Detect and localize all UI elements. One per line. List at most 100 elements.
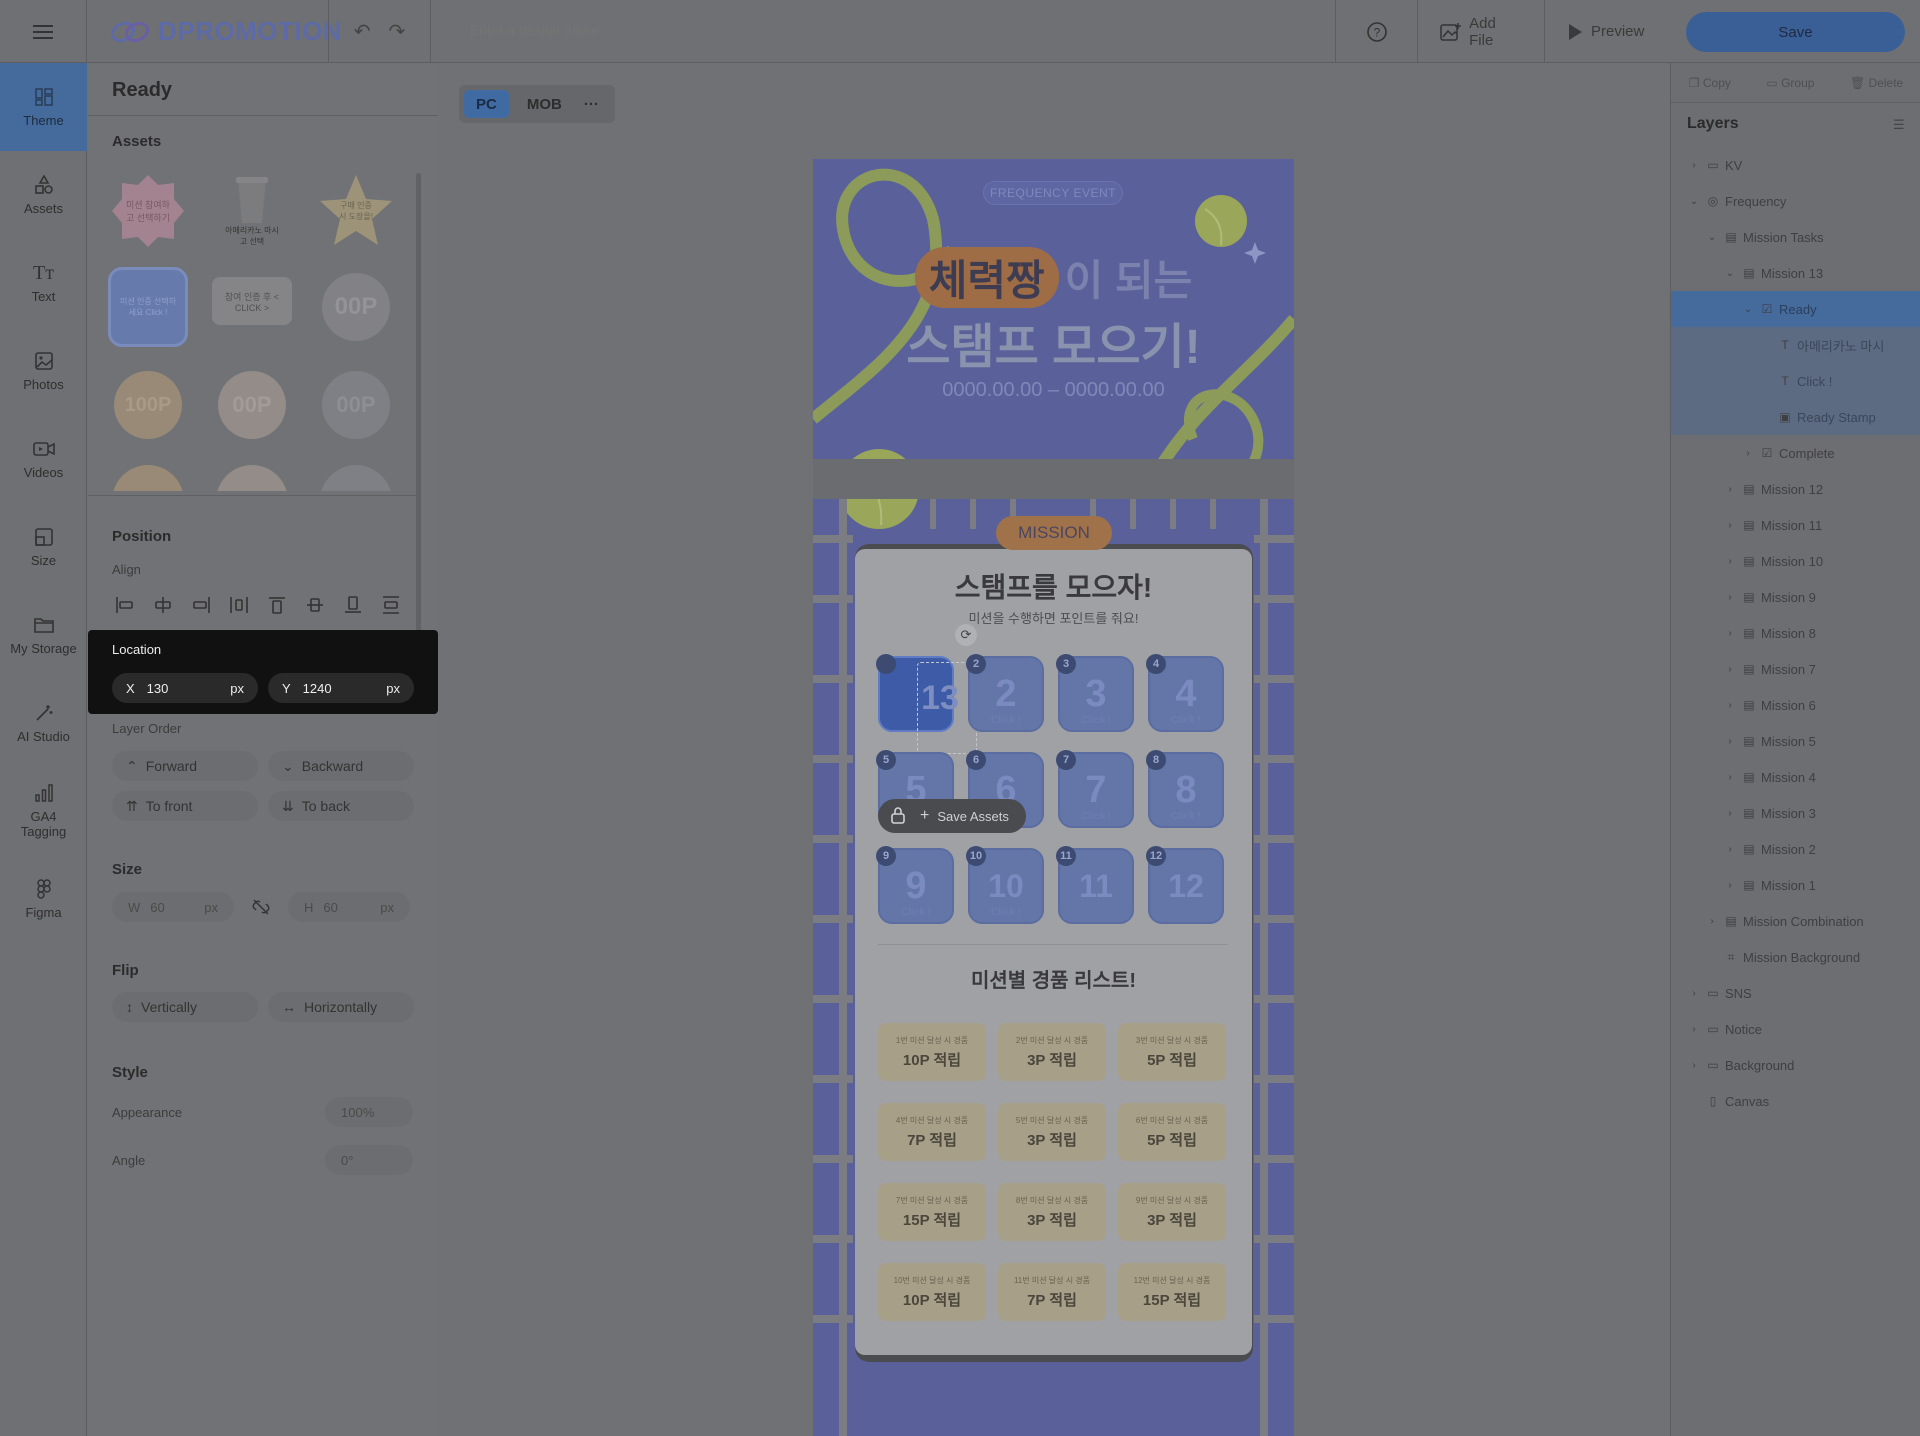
chevron-down-icon[interactable]: ⌄	[1705, 232, 1719, 243]
chevron-down-icon[interactable]: ⌄	[1687, 196, 1701, 207]
event-dates[interactable]: 0000.00.00 – 0000.00.00	[813, 379, 1294, 402]
chevron-right-icon[interactable]: ›	[1705, 916, 1719, 927]
asset-item[interactable]: 미션 인증 선택하세요 Click !	[108, 267, 188, 347]
layer-item[interactable]: › ▭ SNS	[1671, 975, 1920, 1011]
align-right-icon[interactable]	[188, 593, 214, 617]
align-bottom-icon[interactable]	[340, 593, 366, 617]
delete-button[interactable]: 🗑 Delete	[1850, 76, 1903, 90]
logo[interactable]: DPROMOTION	[110, 16, 342, 47]
layer-item[interactable]: T Click !	[1671, 363, 1920, 399]
layer-item[interactable]: › ▤ Mission 3	[1671, 795, 1920, 831]
rail-item-theme[interactable]: Theme	[0, 63, 87, 151]
layer-item[interactable]: › ▤ Mission 4	[1671, 759, 1920, 795]
help-icon[interactable]: ?	[1335, 0, 1417, 63]
chevron-right-icon[interactable]: ›	[1687, 1060, 1701, 1071]
asset-item[interactable]	[112, 465, 184, 491]
chevron-right-icon[interactable]: ›	[1723, 808, 1737, 819]
preview-button[interactable]: Preview	[1544, 0, 1670, 63]
asset-item[interactable]	[320, 465, 392, 491]
x-position-field[interactable]: X 130 px	[112, 673, 258, 703]
rail-item-my-storage[interactable]: My Storage	[0, 591, 87, 679]
layer-item[interactable]: › ▭ Notice	[1671, 1011, 1920, 1047]
appearance-field[interactable]: 100%	[325, 1097, 413, 1127]
design-canvas[interactable]: FREQUENCY EVENT 체력짱 이 되는 스탬프 모으기! 0000.00…	[813, 159, 1294, 1436]
rail-item-photos[interactable]: Photos	[0, 327, 87, 415]
chevron-right-icon[interactable]: ›	[1723, 628, 1737, 639]
flip-vertically-button[interactable]: ↕ Vertically	[112, 992, 258, 1022]
lock-icon[interactable]	[890, 806, 906, 827]
flip-horizontally-button[interactable]: ↔ Horizontally	[268, 992, 414, 1022]
chevron-right-icon[interactable]: ›	[1723, 880, 1737, 891]
chevron-right-icon[interactable]: ›	[1687, 988, 1701, 999]
chevron-right-icon[interactable]: ›	[1723, 556, 1737, 567]
panel-scrollbar[interactable]	[416, 173, 421, 653]
copy-button[interactable]: ❐ Copy	[1689, 76, 1731, 90]
asset-item[interactable]: 구매 인증 시 도장을!	[316, 171, 396, 251]
chevron-right-icon[interactable]: ›	[1723, 520, 1737, 531]
hamburger-menu-icon[interactable]	[0, 0, 87, 63]
layer-item[interactable]: ⌄ ☑ Ready	[1671, 291, 1920, 327]
asset-item[interactable]: 아메리카노 마시고 선택	[212, 171, 292, 251]
layer-item[interactable]: › ▤ Mission 9	[1671, 579, 1920, 615]
layer-item[interactable]: ⌄ ◎ Frequency	[1671, 183, 1920, 219]
layer-item[interactable]: › ▤ Mission 1	[1671, 867, 1920, 903]
frequency-event-badge[interactable]: FREQUENCY EVENT	[983, 181, 1123, 205]
rail-item-ai-studio[interactable]: AI Studio	[0, 679, 87, 767]
group-button[interactable]: ▭ Group	[1766, 76, 1814, 90]
rail-item-ga4-tagging[interactable]: GA4 Tagging	[0, 767, 87, 855]
asset-item[interactable]: 100P	[112, 369, 184, 441]
align-center-vertical-icon[interactable]	[302, 593, 328, 617]
h-value[interactable]: 60	[323, 900, 380, 915]
chevron-right-icon[interactable]: ›	[1687, 160, 1701, 171]
more-icon[interactable]: ···	[580, 90, 603, 118]
headline-line-1[interactable]: 체력짱 이 되는	[813, 247, 1294, 308]
redo-icon[interactable]: ↷	[389, 19, 406, 44]
y-position-field[interactable]: Y 1240 px	[268, 673, 414, 703]
layer-item[interactable]: › ▤ Mission 5	[1671, 723, 1920, 759]
asset-item[interactable]: 미션 참여하고 선택하기	[108, 171, 188, 251]
chevron-right-icon[interactable]: ›	[1687, 1024, 1701, 1035]
distribute-vertical-icon[interactable]	[378, 593, 404, 617]
chevron-right-icon[interactable]: ›	[1723, 592, 1737, 603]
chevron-right-icon[interactable]: ›	[1723, 664, 1737, 675]
rail-item-text[interactable]: Tт Text	[0, 239, 87, 327]
layer-item[interactable]: ⌄ ▤ Mission Tasks	[1671, 219, 1920, 255]
w-value[interactable]: 60	[150, 900, 204, 915]
to-back-button[interactable]: ⇊ To back	[268, 791, 414, 821]
resize-handle[interactable]	[88, 495, 418, 496]
chevron-right-icon[interactable]: ›	[1723, 484, 1737, 495]
asset-item[interactable]: 참여 인증 후 < CLICK >	[212, 277, 292, 325]
save-button[interactable]: Save	[1686, 12, 1905, 52]
x-value[interactable]: 130	[147, 681, 231, 696]
rail-item-size[interactable]: Size	[0, 503, 87, 591]
layer-item[interactable]: ▯ Canvas	[1671, 1083, 1920, 1119]
design-name-input[interactable]	[470, 22, 970, 38]
layer-item[interactable]: › ▭ Background	[1671, 1047, 1920, 1083]
backward-button[interactable]: ⌄ Backward	[268, 751, 414, 781]
layer-item[interactable]: › ▤ Mission 11	[1671, 507, 1920, 543]
tab-pc[interactable]: PC	[464, 90, 509, 118]
angle-field[interactable]: 0°	[325, 1145, 413, 1175]
chevron-down-icon[interactable]: ⌄	[1741, 304, 1755, 315]
layer-item[interactable]: › ▤ Mission 8	[1671, 615, 1920, 651]
chevron-right-icon[interactable]: ›	[1741, 448, 1755, 459]
rail-item-assets[interactable]: Assets	[0, 151, 87, 239]
layer-item[interactable]: › ▤ Mission 12	[1671, 471, 1920, 507]
asset-item[interactable]: 00P	[320, 369, 392, 441]
layer-item[interactable]: ⌄ ▤ Mission 13	[1671, 255, 1920, 291]
layer-item[interactable]: T 아메리카노 마시	[1671, 327, 1920, 363]
layer-item[interactable]: ▣ Ready Stamp	[1671, 399, 1920, 435]
layer-item[interactable]: › ▤ Mission 6	[1671, 687, 1920, 723]
collapse-all-icon[interactable]: ☰	[1893, 117, 1905, 133]
width-field[interactable]: W 60 px	[112, 892, 234, 922]
align-top-icon[interactable]	[264, 593, 290, 617]
y-value[interactable]: 1240	[303, 681, 387, 696]
add-file-button[interactable]: Add File	[1417, 0, 1544, 63]
rail-item-videos[interactable]: Videos	[0, 415, 87, 503]
chevron-right-icon[interactable]: ›	[1723, 772, 1737, 783]
layer-item[interactable]: › ▤ Mission 10	[1671, 543, 1920, 579]
height-field[interactable]: H 60 px	[288, 892, 410, 922]
align-center-horizontal-icon[interactable]	[150, 593, 176, 617]
align-left-icon[interactable]	[112, 593, 138, 617]
chevron-right-icon[interactable]: ›	[1723, 700, 1737, 711]
